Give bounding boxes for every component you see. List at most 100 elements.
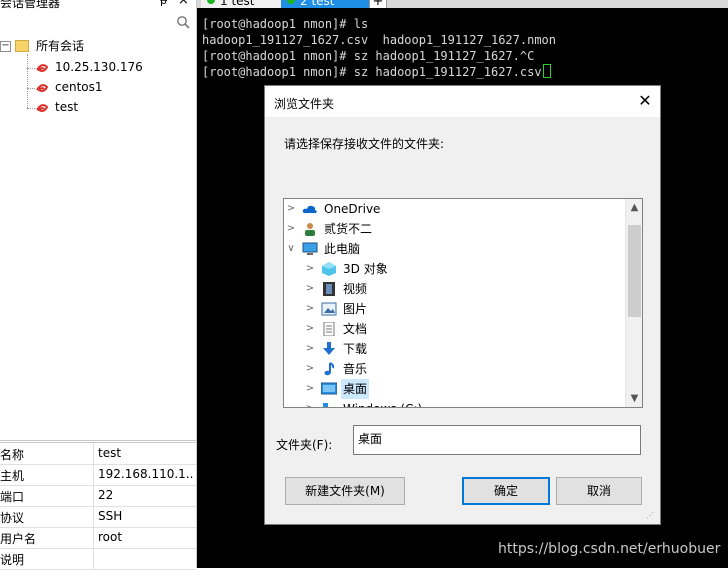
folder-tree-label: 音乐	[343, 362, 368, 376]
session-swirl-icon	[36, 84, 49, 92]
scroll-up-icon[interactable]: ▲	[626, 199, 642, 216]
property-row: 名称 test	[0, 443, 196, 465]
session-item[interactable]: 10.25.130.176	[55, 58, 143, 76]
folder-tree-item[interactable]: > Windows (C:)	[284, 399, 624, 407]
session-item[interactable]: centos1	[55, 78, 103, 96]
property-row: 主机 192.168.110.1...	[0, 464, 196, 486]
property-value[interactable]: test	[98, 446, 194, 460]
session-manager-panel: 会话管理器 ᵽ × − 所有会话 10.25.130.176 centos1 t…	[0, 0, 197, 570]
document-icon	[323, 322, 335, 336]
folder-tree-item[interactable]: > 音乐	[284, 359, 624, 379]
folder-tree-label: 桌面	[341, 379, 370, 399]
terminal-line: [root@hadoop1 nmon]# ls	[202, 17, 369, 31]
cube-icon	[322, 262, 336, 276]
search-icon[interactable]	[176, 15, 190, 29]
cursor	[542, 64, 551, 78]
folder-tree-label: 图片	[343, 302, 368, 316]
folder-tree-label: 此电脑	[324, 242, 361, 256]
session-swirl-icon	[36, 64, 49, 72]
folder-tree-item[interactable]: ∨ 此电脑	[284, 239, 624, 259]
music-icon	[324, 362, 335, 376]
terminal-line: hadoop1_191127_1627.csv hadoop1_191127_1…	[202, 33, 557, 47]
chevron-right-icon[interactable]: >	[305, 319, 315, 339]
picture-icon	[321, 302, 337, 316]
status-dot-icon	[207, 0, 215, 4]
dialog-description: 请选择保存接收文件的文件夹:	[284, 137, 445, 151]
property-key: 主机	[0, 469, 25, 483]
status-dot-icon	[287, 0, 295, 4]
property-key: 用户名	[0, 532, 37, 546]
new-folder-button[interactable]: 新建文件夹(M)	[285, 477, 405, 505]
session-swirl-icon	[36, 104, 49, 112]
property-value[interactable]: SSH	[98, 509, 194, 523]
user-folder-icon	[305, 223, 315, 236]
dialog-titlebar[interactable]: 浏览文件夹 ✕	[265, 86, 660, 117]
collapse-expander-icon[interactable]: −	[0, 41, 11, 52]
chevron-right-icon[interactable]: >	[286, 199, 296, 219]
folder-tree-item[interactable]: > 视频	[284, 279, 624, 299]
folder-tree-item[interactable]: > 下载	[284, 339, 624, 359]
folder-tree-label: 贰货不二	[324, 222, 373, 236]
chevron-right-icon[interactable]: >	[305, 359, 315, 379]
property-value[interactable]: root	[98, 530, 194, 544]
folder-tree-label: 视频	[343, 282, 368, 296]
folder-tree-item[interactable]: > 贰货不二	[284, 219, 624, 239]
session-item[interactable]: test	[55, 98, 78, 116]
chevron-down-icon[interactable]: ∨	[286, 239, 296, 259]
folder-tree[interactable]: > OneDrive > 贰货不二 ∨ 此电脑 > 3D 对象 > 视频 > 图…	[283, 198, 643, 408]
folder-tree-label: Windows (C:)	[343, 399, 422, 407]
panel-title: 会话管理器	[0, 0, 61, 10]
folder-tree-label: 3D 对象	[343, 262, 388, 276]
desktop-icon	[321, 382, 337, 395]
chevron-right-icon[interactable]: >	[305, 379, 315, 399]
chevron-right-icon[interactable]: >	[286, 219, 296, 239]
tab-label: 1 test	[220, 0, 255, 8]
folder-input[interactable]: 桌面	[353, 425, 641, 455]
terminal-line: [root@hadoop1 nmon]# sz hadoop1_191127_1…	[202, 49, 535, 63]
scroll-down-icon[interactable]: ▼	[626, 390, 642, 407]
property-value[interactable]: 192.168.110.1...	[98, 467, 194, 481]
cancel-button[interactable]: 取消	[556, 477, 642, 505]
chevron-right-icon[interactable]: >	[305, 299, 315, 319]
ok-button[interactable]: 确定	[462, 477, 550, 505]
property-grid: 名称 test 主机 192.168.110.1... 端口 22 协议 SSH…	[0, 440, 196, 570]
tree-guide-line	[27, 68, 35, 69]
cloud-icon	[302, 205, 317, 213]
close-icon[interactable]: ✕	[635, 91, 655, 111]
folder-tree-item-selected[interactable]: > 桌面	[284, 379, 624, 399]
scrollbar-thumb[interactable]	[628, 225, 641, 317]
chevron-right-icon[interactable]: >	[305, 399, 315, 407]
property-row: 用户名 root	[0, 527, 196, 549]
tree-guide-line	[27, 88, 35, 89]
resize-grip-icon[interactable]: ⋰	[646, 511, 658, 523]
property-value[interactable]: 22	[98, 488, 194, 502]
property-key: 端口	[0, 490, 25, 504]
folder-field-label: 文件夹(F):	[276, 438, 333, 452]
chevron-right-icon[interactable]: >	[305, 339, 315, 359]
close-icon[interactable]: ×	[178, 0, 189, 8]
vertical-scrollbar[interactable]: ▲ ▼	[625, 199, 642, 407]
folder-tree-item[interactable]: > 图片	[284, 299, 624, 319]
browse-folder-dialog: 浏览文件夹 ✕ 请选择保存接收文件的文件夹: > OneDrive > 贰货不二…	[264, 85, 661, 525]
property-row: 说明	[0, 548, 196, 570]
tree-root-all-sessions[interactable]: 所有会话	[36, 37, 84, 55]
folder-tree-label: OneDrive	[324, 202, 381, 216]
pin-icon[interactable]: ᵽ	[160, 0, 167, 7]
folder-icon	[15, 40, 29, 52]
video-icon	[323, 282, 335, 296]
folder-tree-item[interactable]: > OneDrive	[284, 199, 624, 219]
chevron-right-icon[interactable]: >	[305, 279, 315, 299]
panel-titlebar: 会话管理器 ᵽ ×	[0, 0, 196, 10]
watermark: https://blog.csdn.net/erhuobuer	[498, 541, 721, 557]
download-icon	[323, 342, 335, 355]
computer-icon	[302, 242, 318, 255]
terminal-line: [root@hadoop1 nmon]# sz hadoop1_191127_1…	[202, 64, 551, 79]
property-key: 说明	[0, 553, 25, 567]
tab-label: 2 test	[300, 0, 335, 8]
property-key: 名称	[0, 448, 25, 462]
folder-tree-item[interactable]: > 文档	[284, 319, 624, 339]
tree-guide-line	[27, 108, 35, 109]
folder-tree-item[interactable]: > 3D 对象	[284, 259, 624, 279]
property-key: 协议	[0, 511, 25, 525]
chevron-right-icon[interactable]: >	[305, 259, 315, 279]
